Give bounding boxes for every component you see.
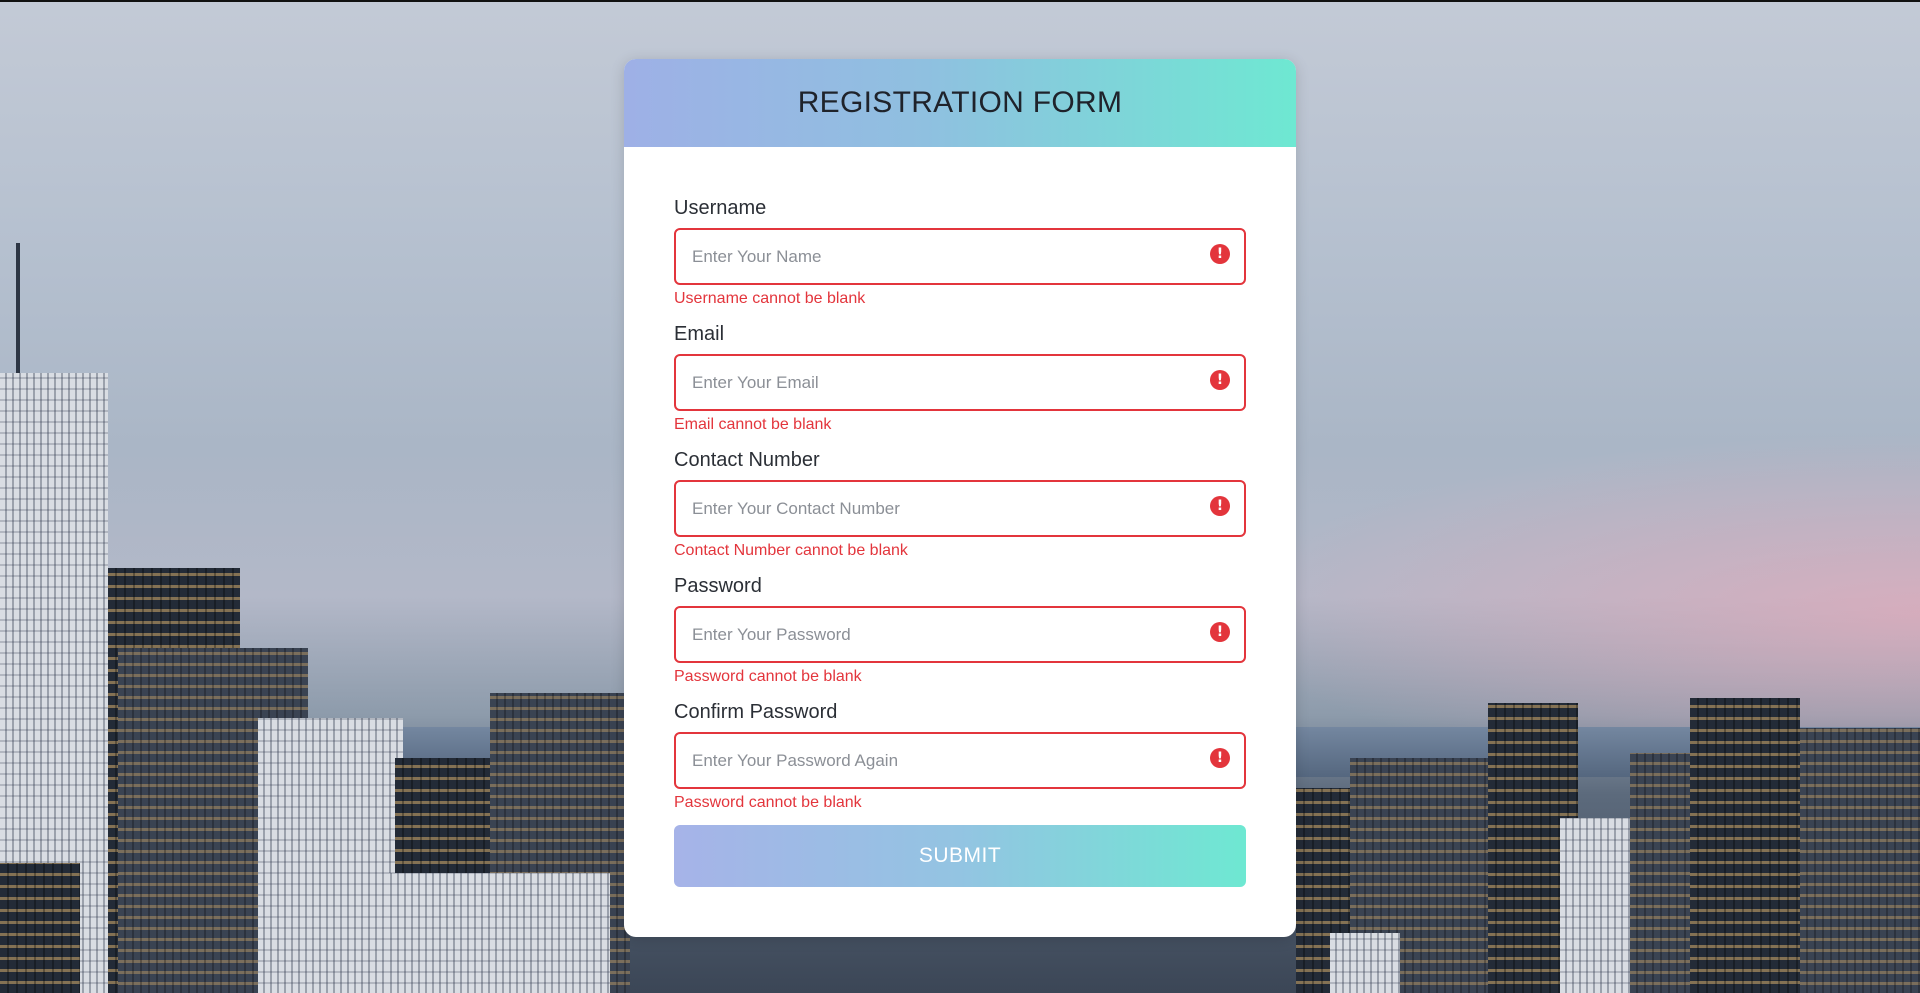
password-input[interactable] <box>674 606 1246 663</box>
confirm-password-label: Confirm Password <box>674 701 838 723</box>
field-contact-number: Contact Number ! Contact Number cannot b… <box>674 448 1246 574</box>
registration-form: Username ! Username cannot be blank Emai… <box>674 196 1246 826</box>
password-error: Password cannot be blank <box>674 668 862 685</box>
building <box>1690 698 1800 993</box>
email-input[interactable] <box>674 354 1246 411</box>
sky-pink-glow <box>1220 432 1920 732</box>
contact-number-input[interactable] <box>674 480 1246 537</box>
submit-button[interactable]: SUBMIT <box>674 825 1246 887</box>
field-confirm-password: Confirm Password ! Password cannot be bl… <box>674 700 1246 826</box>
email-input-wrap: ! <box>674 354 1246 411</box>
registration-card: REGISTRATION FORM Username ! Username ca… <box>624 59 1296 937</box>
username-error: Username cannot be blank <box>674 290 866 307</box>
confirm-password-input[interactable] <box>674 732 1246 789</box>
exclamation-circle-icon: ! <box>1210 496 1230 516</box>
username-input[interactable] <box>674 228 1246 285</box>
building <box>385 873 610 993</box>
field-email: Email ! Email cannot be blank <box>674 322 1246 448</box>
building <box>1630 753 1690 993</box>
username-label: Username <box>674 197 767 219</box>
email-label: Email <box>674 323 725 345</box>
password-input-wrap: ! <box>674 606 1246 663</box>
building <box>1800 728 1920 993</box>
email-error: Email cannot be blank <box>674 416 832 433</box>
confirm-password-input-wrap: ! <box>674 732 1246 789</box>
contact-number-input-wrap: ! <box>674 480 1246 537</box>
building <box>0 863 80 993</box>
antenna-spire <box>16 243 20 373</box>
field-username: Username ! Username cannot be blank <box>674 196 1246 322</box>
password-label: Password <box>674 575 762 597</box>
building <box>1330 933 1400 993</box>
exclamation-circle-icon: ! <box>1210 370 1230 390</box>
building <box>1560 818 1640 993</box>
building <box>258 718 403 993</box>
page-title: REGISTRATION FORM <box>797 86 1123 119</box>
contact-number-error: Contact Number cannot be blank <box>674 542 908 559</box>
field-password: Password ! Password cannot be blank <box>674 574 1246 700</box>
confirm-password-error: Password cannot be blank <box>674 794 862 811</box>
exclamation-circle-icon: ! <box>1210 748 1230 768</box>
contact-number-label: Contact Number <box>674 449 820 471</box>
username-input-wrap: ! <box>674 228 1246 285</box>
card-header: REGISTRATION FORM <box>624 59 1296 147</box>
exclamation-circle-icon: ! <box>1210 244 1230 264</box>
exclamation-circle-icon: ! <box>1210 622 1230 642</box>
